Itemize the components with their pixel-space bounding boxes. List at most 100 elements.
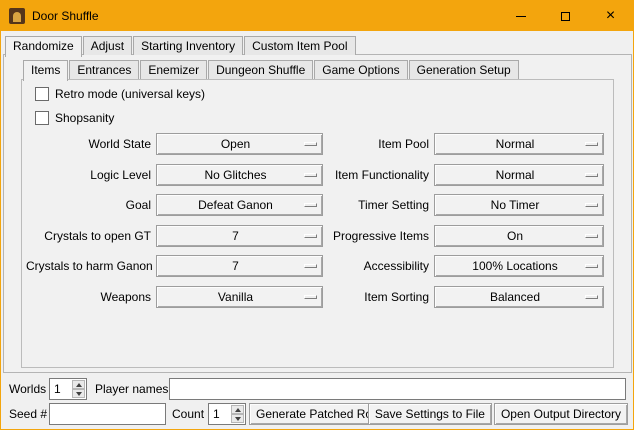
dropdown-value: No Timer — [491, 198, 548, 212]
count-value: 1 — [213, 407, 220, 421]
player-names-input[interactable] — [169, 378, 626, 400]
menu-indicator-icon — [585, 173, 598, 177]
form-row: World State Open Item Pool Normal — [26, 129, 604, 160]
tab-adjust[interactable]: Adjust — [83, 36, 132, 55]
item-sorting-label: Item Sorting — [323, 290, 434, 304]
menu-indicator-icon — [585, 234, 598, 238]
tab-items[interactable]: Items — [23, 60, 68, 81]
item-functionality-label: Item Functionality — [323, 168, 434, 182]
logic-level-label: Logic Level — [26, 168, 156, 182]
menu-indicator-icon — [304, 264, 317, 268]
weapons-label: Weapons — [26, 290, 156, 304]
seed-label: Seed # — [9, 403, 47, 425]
world-state-dropdown[interactable]: Open — [156, 133, 323, 155]
tab-enemizer[interactable]: Enemizer — [140, 60, 207, 79]
worlds-spinbox[interactable]: 1 — [49, 378, 87, 400]
worlds-label: Worlds — [9, 378, 46, 400]
dropdown-value: Vanilla — [218, 290, 261, 304]
close-icon: × — [606, 8, 615, 24]
tab-generation-setup[interactable]: Generation Setup — [409, 60, 519, 79]
player-names-label: Player names — [95, 378, 168, 400]
tab-game-options[interactable]: Game Options — [314, 60, 407, 79]
tab-label: Custom Item Pool — [252, 39, 347, 53]
tab-label: Dungeon Shuffle — [216, 63, 305, 77]
count-label: Count — [172, 403, 204, 425]
item-pool-dropdown[interactable]: Normal — [434, 133, 604, 155]
item-sorting-dropdown[interactable]: Balanced — [434, 286, 604, 308]
form-row: Crystals to harm Ganon 7 Accessibility 1… — [26, 251, 604, 282]
dropdown-value: Open — [221, 137, 258, 151]
tab-label: Starting Inventory — [141, 39, 235, 53]
crystals-open-gt-dropdown[interactable]: 7 — [156, 225, 323, 247]
weapons-dropdown[interactable]: Vanilla — [156, 286, 323, 308]
item-functionality-dropdown[interactable]: Normal — [434, 164, 604, 186]
spinner-arrows — [72, 380, 85, 398]
tab-entrances[interactable]: Entrances — [69, 60, 139, 79]
tab-randomize[interactable]: Randomize — [5, 36, 82, 57]
tab-label: Entrances — [77, 63, 131, 77]
dropdown-value: No Glitches — [204, 168, 274, 182]
save-settings-button[interactable]: Save Settings to File — [368, 403, 492, 425]
minimize-icon — [516, 16, 526, 17]
app-icon[interactable] — [9, 8, 25, 24]
tab-label: Items — [31, 63, 60, 77]
window-title: Door Shuffle — [32, 9, 99, 23]
count-spin-down-button[interactable] — [231, 414, 244, 423]
menu-indicator-icon — [585, 142, 598, 146]
menu-indicator-icon — [585, 203, 598, 207]
tab-label: Enemizer — [148, 63, 199, 77]
retro-mode-checkbox[interactable] — [35, 87, 49, 101]
form-row: Weapons Vanilla Item Sorting Balanced — [26, 282, 604, 313]
shopsanity-checkbox[interactable] — [35, 111, 49, 125]
worlds-spin-up-button[interactable] — [72, 380, 85, 389]
menu-indicator-icon — [304, 142, 317, 146]
crystals-harm-ganon-label: Crystals to harm Ganon — [26, 259, 156, 273]
button-label: Open Output Directory — [501, 407, 621, 421]
randomize-sub-tab-bar: Items Entrances Enemizer Dungeon Shuffle… — [23, 58, 520, 79]
seed-input[interactable] — [49, 403, 166, 425]
crystals-harm-ganon-dropdown[interactable]: 7 — [156, 255, 323, 277]
maximize-icon — [561, 12, 570, 21]
menu-indicator-icon — [585, 264, 598, 268]
dropdown-value: 7 — [232, 259, 247, 273]
menu-indicator-icon — [585, 295, 598, 299]
door-shuffle-window: Door Shuffle × Randomize Adjust Starting… — [0, 0, 634, 430]
tab-custom-item-pool[interactable]: Custom Item Pool — [244, 36, 355, 55]
form-row: Crystals to open GT 7 Progressive Items … — [26, 221, 604, 252]
tab-dungeon-shuffle[interactable]: Dungeon Shuffle — [208, 60, 313, 79]
menu-indicator-icon — [304, 173, 317, 177]
form-row: Logic Level No Glitches Item Functionali… — [26, 160, 604, 191]
dropdown-value: Balanced — [490, 290, 548, 304]
button-label: Save Settings to File — [375, 407, 485, 421]
dropdown-value: Normal — [496, 137, 543, 151]
close-button[interactable]: × — [588, 1, 633, 31]
world-state-label: World State — [26, 137, 156, 151]
accessibility-label: Accessibility — [323, 259, 434, 273]
shopsanity-row: Shopsanity — [35, 110, 114, 126]
goal-dropdown[interactable]: Defeat Ganon — [156, 194, 323, 216]
logic-level-dropdown[interactable]: No Glitches — [156, 164, 323, 186]
maximize-button[interactable] — [543, 1, 588, 31]
up-arrow-icon — [76, 383, 82, 387]
progressive-items-dropdown[interactable]: On — [434, 225, 604, 247]
count-spin-up-button[interactable] — [231, 405, 244, 414]
worlds-spin-down-button[interactable] — [72, 389, 85, 398]
up-arrow-icon — [235, 408, 241, 412]
button-label: Generate Patched Rom — [256, 407, 382, 421]
dropdown-value: On — [507, 229, 531, 243]
minimize-button[interactable] — [498, 1, 543, 31]
titlebar[interactable]: Door Shuffle × — [1, 1, 633, 31]
retro-mode-label: Retro mode (universal keys) — [55, 87, 205, 101]
timer-setting-label: Timer Setting — [323, 198, 434, 212]
dropdown-value: Defeat Ganon — [198, 198, 281, 212]
count-spinbox[interactable]: 1 — [208, 403, 246, 425]
accessibility-dropdown[interactable]: 100% Locations — [434, 255, 604, 277]
form-row: Goal Defeat Ganon Timer Setting No Timer — [26, 190, 604, 221]
dropdown-value: Normal — [496, 168, 543, 182]
item-pool-label: Item Pool — [323, 137, 434, 151]
open-output-directory-button[interactable]: Open Output Directory — [494, 403, 628, 425]
timer-setting-dropdown[interactable]: No Timer — [434, 194, 604, 216]
tab-label: Randomize — [13, 39, 74, 53]
tab-starting-inventory[interactable]: Starting Inventory — [133, 36, 243, 55]
progressive-items-label: Progressive Items — [323, 229, 434, 243]
